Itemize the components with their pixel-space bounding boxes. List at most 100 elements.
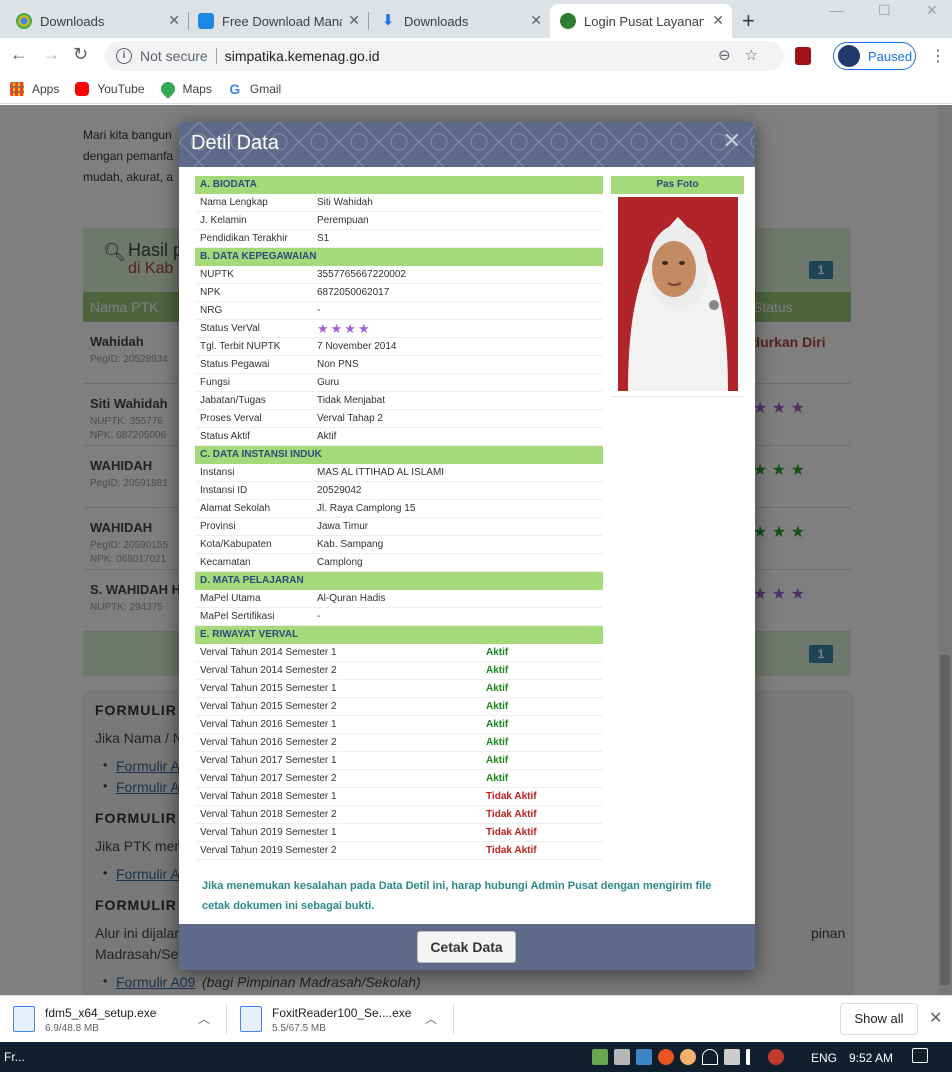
language-indicator[interactable]: ENG: [811, 1051, 837, 1065]
download-item[interactable]: FoxitReader100_Se....exe 5.5/67.5 MB ︿: [240, 1002, 450, 1038]
chevron-up-icon[interactable]: ︿: [198, 1010, 210, 1027]
bookmark-maps[interactable]: Maps: [157, 78, 212, 99]
forward-arrow-icon[interactable]: →: [42, 44, 60, 65]
verval-row: Verval Tahun 2016 Semester 2 Aktif: [195, 734, 603, 752]
verval-status: Aktif: [486, 701, 509, 712]
field-value: S1: [317, 233, 330, 244]
tray-app-icon[interactable]: [592, 1049, 608, 1065]
minimize-icon[interactable]: —: [830, 2, 844, 18]
fdm-icon: [198, 13, 214, 29]
verval-status: Aktif: [486, 755, 509, 766]
field-label: Proses Verval: [200, 413, 262, 424]
detail-row: Status Pegawai Non PNS: [195, 356, 603, 374]
clock[interactable]: 9:52 AM: [849, 1051, 893, 1065]
close-icon[interactable]: ✕: [929, 1008, 942, 1028]
browser-toolbar: ← → ↻ i Not secure simpatika.kemenag.go.…: [0, 38, 952, 74]
verval-row: Verval Tahun 2015 Semester 2 Aktif: [195, 698, 603, 716]
field-label: MaPel Sertifikasi: [200, 611, 275, 622]
wifi-icon[interactable]: [702, 1049, 718, 1065]
new-tab-button[interactable]: +: [742, 8, 755, 34]
field-value: Al-Quran Hadis: [317, 593, 386, 604]
info-icon[interactable]: i: [116, 48, 132, 64]
back-arrow-icon[interactable]: ←: [10, 44, 28, 65]
bookmark-apps[interactable]: Apps: [10, 81, 59, 96]
youtube-icon: [75, 81, 90, 96]
detail-row: Fungsi Guru: [195, 374, 603, 392]
maximize-icon[interactable]: ☐: [878, 2, 891, 19]
tab-login-pusat-layanan[interactable]: Login Pusat Layanan P ✕: [550, 4, 732, 38]
bookmark-label: YouTube: [97, 81, 145, 96]
detail-row: NRG -: [195, 302, 603, 320]
close-icon[interactable]: ✕: [530, 12, 542, 29]
url-text[interactable]: simpatika.kemenag.go.id: [225, 48, 380, 64]
field-value: -: [317, 305, 321, 316]
shelf-divider: [453, 1004, 454, 1034]
apps-grid-icon: [10, 81, 24, 96]
reload-icon[interactable]: ↻: [73, 44, 88, 65]
verval-period: Verval Tahun 2017 Semester 1: [200, 755, 337, 766]
windows-taskbar: Fr... ENG 9:52 AM: [0, 1042, 952, 1072]
notification-icon[interactable]: [912, 1048, 928, 1063]
verval-status: Aktif: [486, 683, 509, 694]
field-label: Fungsi: [200, 377, 231, 388]
cetak-data-button[interactable]: Cetak Data: [417, 931, 516, 963]
bookmark-youtube[interactable]: YouTube: [75, 81, 145, 96]
tab-downloads-1[interactable]: Downloads ✕: [6, 4, 188, 38]
close-icon[interactable]: ✕: [723, 128, 741, 154]
download-item[interactable]: fdm5_x64_setup.exe 6.9/48.8 MB ︿: [13, 1002, 223, 1038]
profile-button[interactable]: Paused: [833, 42, 916, 70]
field-value: Verval Tahap 2: [317, 413, 383, 424]
detail-row: Kota/Kabupaten Kab. Sampang: [195, 536, 603, 554]
field-value: Guru: [317, 377, 340, 388]
verval-period: Verval Tahun 2015 Semester 1: [200, 683, 337, 694]
tab-downloads-2[interactable]: ⬇ Downloads ✕: [370, 4, 550, 38]
address-bar[interactable]: i Not secure simpatika.kemenag.go.id ⊖☆: [104, 41, 784, 71]
close-icon[interactable]: ✕: [168, 12, 180, 29]
tray-app-icon[interactable]: [658, 1049, 674, 1065]
verval-row: Verval Tahun 2014 Semester 1 Aktif: [195, 644, 603, 662]
tab-label: Downloads: [40, 13, 105, 29]
download-icon: ⬇: [381, 12, 395, 29]
photo-header: Pas Foto: [611, 176, 744, 194]
detail-row: Kecamatan Camplong: [195, 554, 603, 572]
download-filename: fdm5_x64_setup.exe: [45, 1006, 157, 1020]
close-icon[interactable]: ✕: [348, 12, 360, 29]
chevron-up-icon[interactable]: ︿: [425, 1010, 437, 1027]
bookmark-star-icon[interactable]: ☆: [745, 47, 772, 64]
bookmark-gmail[interactable]: G Gmail: [228, 82, 281, 96]
download-filename: FoxitReader100_Se....exe: [272, 1006, 412, 1020]
section-header: B. DATA KEPEGAWAIAN: [195, 248, 603, 266]
search-icon[interactable]: [680, 1049, 696, 1065]
verval-row: Verval Tahun 2014 Semester 2 Aktif: [195, 662, 603, 680]
detail-row: J. Kelamin Perempuan: [195, 212, 603, 230]
verval-period: Verval Tahun 2019 Semester 1: [200, 827, 337, 838]
show-all-button[interactable]: Show all: [840, 1003, 918, 1035]
detail-row: MaPel Utama Al-Quran Hadis: [195, 590, 603, 608]
close-icon[interactable]: ✕: [712, 12, 724, 29]
avatar: [838, 45, 860, 67]
modal-header: Detil Data ✕: [179, 122, 755, 167]
menu-kebab-icon[interactable]: ⋮: [930, 46, 946, 66]
tray-app-icon[interactable]: [768, 1049, 784, 1065]
tray-app-icon[interactable]: [636, 1049, 652, 1065]
field-value: Tidak Menjabat: [317, 395, 385, 406]
volume-icon[interactable]: [746, 1049, 762, 1065]
detail-row: Status VerVal ★★★★: [195, 320, 603, 338]
shield-icon[interactable]: [724, 1049, 740, 1065]
field-value: -: [317, 611, 321, 622]
taskbar-app-label[interactable]: Fr...: [4, 1050, 25, 1064]
portrait-illustration: [617, 197, 738, 391]
address-divider: [215, 48, 217, 64]
verval-status: Aktif: [486, 773, 509, 784]
extension-icon[interactable]: [795, 47, 811, 65]
field-label: Tgl. Terbit NUPTK: [200, 341, 281, 352]
tab-free-download-manager[interactable]: Free Download Manag ✕: [188, 4, 368, 38]
verval-row: Verval Tahun 2017 Semester 1 Aktif: [195, 752, 603, 770]
photo-divider: [611, 396, 744, 397]
window-close-icon[interactable]: ✕: [926, 2, 938, 19]
tray-app-icon[interactable]: [614, 1049, 630, 1065]
field-value: 20529042: [317, 485, 362, 496]
verval-row: Verval Tahun 2018 Semester 2 Tidak Aktif: [195, 806, 603, 824]
field-value: Kab. Sampang: [317, 539, 384, 550]
zoom-icon[interactable]: ⊖: [718, 47, 745, 64]
